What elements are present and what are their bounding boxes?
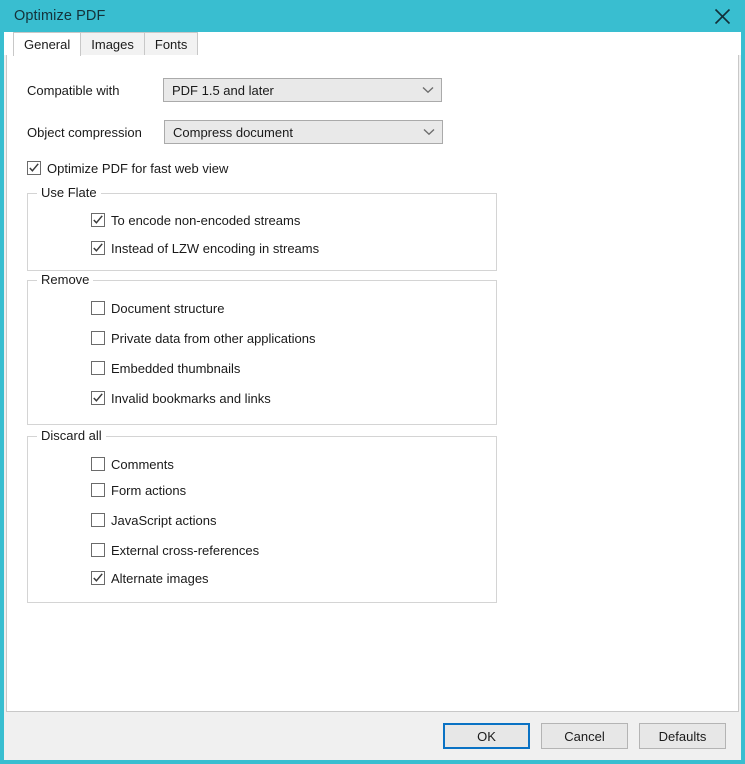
close-icon [714, 8, 731, 25]
close-button[interactable] [699, 0, 745, 32]
check-icon [93, 243, 103, 252]
tab-images[interactable]: Images [80, 32, 145, 55]
cancel-button[interactable]: Cancel [541, 723, 628, 749]
group-discard-all-title: Discard all [37, 429, 106, 442]
compatible-with-select[interactable]: PDF 1.5 and later [163, 78, 442, 102]
checkbox-label: JavaScript actions [111, 512, 217, 528]
dialog-button-bar: OK Cancel Defaults [4, 712, 741, 760]
group-discard-all: Discard all Comments Form actions JavaSc… [27, 429, 497, 603]
checkbox-box [91, 543, 105, 557]
group-use-flate-title: Use Flate [37, 186, 101, 199]
tab-panel-general: Compatible with PDF 1.5 and later Object… [6, 54, 739, 712]
group-remove-title: Remove [37, 273, 94, 286]
checkbox-label: Instead of LZW encoding in streams [111, 240, 320, 256]
compatible-with-value: PDF 1.5 and later [172, 82, 274, 98]
checkbox-label: Form actions [111, 482, 187, 498]
checkbox-private-data[interactable]: Private data from other applications [91, 331, 316, 345]
checkbox-form-actions[interactable]: Form actions [91, 483, 186, 497]
checkbox-label: To encode non-encoded streams [111, 212, 301, 228]
checkbox-label: Alternate images [111, 570, 209, 586]
tab-general-label: General [24, 37, 71, 52]
chevron-down-icon [418, 128, 440, 136]
checkbox-encode-non-encoded-streams[interactable]: To encode non-encoded streams [91, 213, 300, 227]
checkbox-external-cross-references[interactable]: External cross-references [91, 543, 259, 557]
checkbox-box [27, 161, 41, 175]
checkbox-embedded-thumbnails[interactable]: Embedded thumbnails [91, 361, 240, 375]
checkbox-label: Invalid bookmarks and links [111, 390, 271, 406]
window-title: Optimize PDF [14, 8, 106, 24]
checkbox-label: Document structure [111, 300, 225, 316]
checkbox-box [91, 213, 105, 227]
check-icon [93, 573, 103, 582]
check-icon [93, 215, 103, 224]
checkbox-label: Private data from other applications [111, 330, 316, 346]
object-compression-row: Object compression Compress document [27, 120, 443, 144]
checkbox-box [91, 513, 105, 527]
checkbox-document-structure[interactable]: Document structure [91, 301, 224, 315]
checkbox-box [91, 331, 105, 345]
object-compression-label: Object compression [27, 124, 142, 140]
optimize-pdf-dialog: Optimize PDF General Images Fonts Compat [0, 0, 745, 764]
checkbox-alternate-images[interactable]: Alternate images [91, 571, 209, 585]
checkbox-box [91, 361, 105, 375]
ok-button[interactable]: OK [443, 723, 530, 749]
tab-fonts-label: Fonts [154, 36, 188, 52]
compatible-with-row: Compatible with PDF 1.5 and later [27, 78, 442, 102]
checkbox-box [91, 571, 105, 585]
checkbox-label: External cross-references [111, 542, 260, 558]
compatible-with-label: Compatible with [27, 82, 120, 98]
checkbox-label: Embedded thumbnails [111, 360, 241, 376]
object-compression-select[interactable]: Compress document [164, 120, 443, 144]
tab-strip: General Images Fonts [4, 32, 741, 56]
tab-fonts[interactable]: Fonts [143, 32, 199, 55]
checkbox-fast-web-view[interactable]: Optimize PDF for fast web view [27, 161, 228, 175]
check-icon [93, 393, 103, 402]
checkbox-label: Optimize PDF for fast web view [47, 160, 229, 176]
checkbox-instead-of-lzw[interactable]: Instead of LZW encoding in streams [91, 241, 319, 255]
title-bar: Optimize PDF [0, 0, 745, 32]
checkbox-javascript-actions[interactable]: JavaScript actions [91, 513, 217, 527]
checkbox-box [91, 301, 105, 315]
group-use-flate: Use Flate To encode non-encoded streams [27, 186, 497, 271]
checkbox-box [91, 457, 105, 471]
checkbox-comments[interactable]: Comments [91, 457, 174, 471]
checkbox-box [91, 483, 105, 497]
checkbox-invalid-bookmarks[interactable]: Invalid bookmarks and links [91, 391, 271, 405]
checkbox-box [91, 241, 105, 255]
chevron-down-icon [417, 86, 439, 94]
tab-images-label: Images [91, 36, 134, 52]
tab-general[interactable]: General [13, 32, 82, 56]
check-icon [29, 163, 39, 172]
checkbox-box [91, 391, 105, 405]
defaults-button[interactable]: Defaults [639, 723, 726, 749]
object-compression-value: Compress document [173, 124, 293, 140]
checkbox-label: Comments [111, 456, 174, 472]
group-remove: Remove Document structure Private data f… [27, 273, 497, 425]
